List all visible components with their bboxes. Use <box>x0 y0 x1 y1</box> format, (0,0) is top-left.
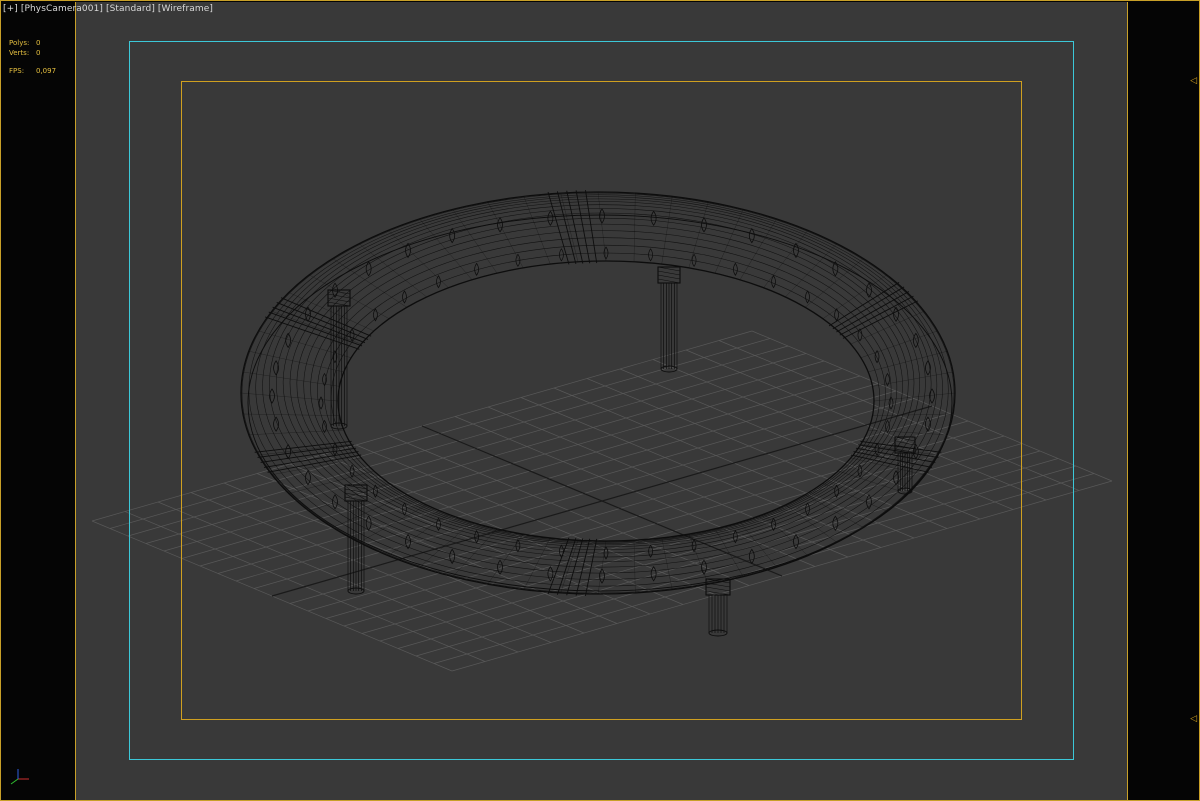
fps-value: 0,097 <box>36 67 57 75</box>
polys-value: 0 <box>36 39 41 47</box>
polys-label: Polys: <box>9 39 30 47</box>
viewport-plus-menu[interactable]: [+] <box>3 4 18 14</box>
verts-value: 0 <box>36 49 41 57</box>
axis-tripod-icon <box>10 769 29 785</box>
scene-statistics: Polys: 0 Verts: 0 FPS: 0,097 <box>9 38 69 76</box>
camera-viewport[interactable]: [+] [PhysCamera001] [Standard] [Wirefram… <box>0 0 1200 801</box>
viewport-camera-menu[interactable]: [PhysCamera001] <box>21 4 103 14</box>
viewport-label-menu[interactable]: [+] [PhysCamera001] [Standard] [Wirefram… <box>3 4 213 14</box>
safe-frame-inner <box>181 81 1022 720</box>
verts-label: Verts: <box>9 49 30 57</box>
fps-label: FPS: <box>9 67 25 75</box>
triangle-left-icon: ◁ <box>1190 76 1197 86</box>
triangle-left-icon: ◁ <box>1190 714 1197 724</box>
render-area[interactable] <box>75 2 1128 800</box>
viewport-mode-menu[interactable]: [Wireframe] <box>158 4 213 14</box>
viewport-shading-menu[interactable]: [Standard] <box>106 4 155 14</box>
